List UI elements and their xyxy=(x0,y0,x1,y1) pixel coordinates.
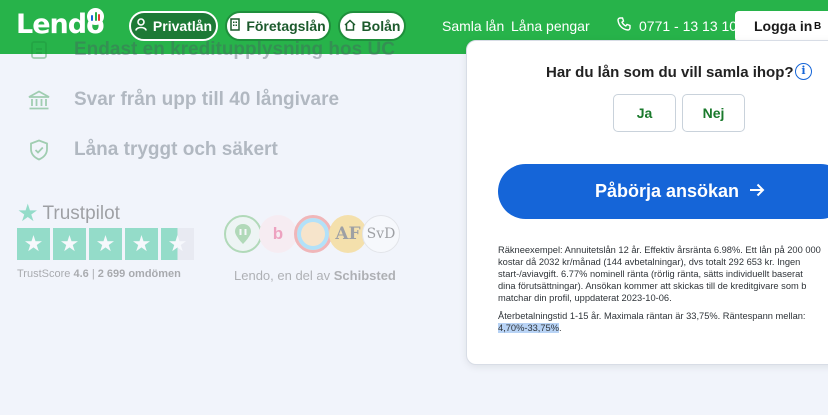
interest-range-suffix: . xyxy=(559,323,562,333)
no-button[interactable]: Nej xyxy=(682,94,745,132)
building-icon xyxy=(230,18,241,34)
house-icon xyxy=(344,18,356,34)
trustscore-reviews: 2 699 omdömen xyxy=(97,268,181,280)
tab-privatlan[interactable]: Privatlån xyxy=(129,11,218,41)
trustpilot-rating-stars: ★ ★ ★ ★ ★ xyxy=(17,228,194,260)
trustscore-separator: | xyxy=(91,268,95,280)
half-star-icon: ★ xyxy=(161,228,194,260)
yes-button[interactable]: Ja xyxy=(613,94,676,132)
interest-range-value: 4,70%-33,75% xyxy=(498,323,559,333)
nav-link-samla-lan[interactable]: Samla lån xyxy=(442,18,504,34)
benefit-item: Låna tryggt och säkert xyxy=(28,139,278,161)
benefit-text: Låna tryggt och säkert xyxy=(74,139,278,160)
disclaimer-line: matchar din profil, uppdaterat 2023-10-0… xyxy=(498,293,672,303)
benefit-text: Svar från upp till 40 långivare xyxy=(74,89,340,110)
schibsted-text: Lendo, en del av Schibsted xyxy=(234,268,396,283)
logo-bars-icon xyxy=(87,8,104,25)
disclaimer-line: start-/aviavgift. 6.77% nominell ränta (… xyxy=(498,269,803,279)
tab-label: Bolån xyxy=(361,18,401,34)
disclaimer-line: kostar då 2032 kr/månad (144 avbetalning… xyxy=(498,257,801,267)
loan-question: Har du lån som du vill samla ihop? xyxy=(546,64,794,81)
tab-foretagslan[interactable]: Företagslån xyxy=(225,11,331,41)
phone-icon xyxy=(617,17,631,34)
tab-bolan[interactable]: Bolån xyxy=(338,11,406,41)
schibsted-brand: Schibsted xyxy=(333,268,396,283)
document-icon xyxy=(28,39,50,61)
tab-label: Företagslån xyxy=(246,18,326,34)
bankid-icon: B xyxy=(814,21,822,32)
benefit-item: Svar från upp till 40 långivare xyxy=(28,89,339,111)
trustpilot-brand: Trustpilot xyxy=(42,202,120,224)
info-icon[interactable]: i xyxy=(795,63,812,80)
star-icon: ★ xyxy=(125,228,158,260)
phone-number: 0771 - 13 13 10 xyxy=(639,17,738,34)
trustscore-label: TrustScore xyxy=(17,268,71,280)
partner-pin-logo xyxy=(224,215,262,253)
disclaimer-line: dina förutsättningar). Ansökan kommer at… xyxy=(498,281,807,291)
star-icon: ★ xyxy=(53,228,86,260)
arrow-right-icon xyxy=(749,181,765,202)
trustpilot-logo[interactable]: ★ Trustpilot xyxy=(17,199,120,228)
bank-icon xyxy=(28,89,50,111)
trustscore-text: TrustScore 4.6 | 2 699 omdömen xyxy=(17,268,181,280)
benefit-item: Endast en kreditupplysning hos UC xyxy=(28,39,395,61)
interest-range: 4,70%-33,75%. xyxy=(498,322,828,334)
trustpilot-star-icon: ★ xyxy=(17,200,39,227)
benefit-text: Endast en kreditupplysning hos UC xyxy=(74,39,395,60)
repayment-terms: Återbetalningstid 1-15 år. Maximala ränt… xyxy=(498,311,806,321)
star-icon: ★ xyxy=(17,228,50,260)
phone-link[interactable]: 0771 - 13 13 10 xyxy=(617,17,737,34)
shield-icon xyxy=(28,139,50,161)
partner-ring-logo xyxy=(294,215,332,253)
cta-label: Påbörja ansökan xyxy=(595,181,740,201)
person-icon xyxy=(135,18,147,34)
trustscore-value: 4.6 xyxy=(73,268,89,280)
nav-link-lana-pengar[interactable]: Låna pengar xyxy=(511,18,590,34)
tab-label: Privatlån xyxy=(152,18,213,34)
schibsted-prefix: Lendo, en del av xyxy=(234,268,334,283)
star-icon: ★ xyxy=(89,228,122,260)
partner-b-logo: b xyxy=(259,215,297,253)
partner-svd-logo: SvD xyxy=(362,215,400,253)
disclaimer-line: Räkneexempel: Annuitetslån 12 år. Effekt… xyxy=(498,245,821,255)
start-application-button[interactable]: Påbörja ansökan xyxy=(498,164,828,219)
